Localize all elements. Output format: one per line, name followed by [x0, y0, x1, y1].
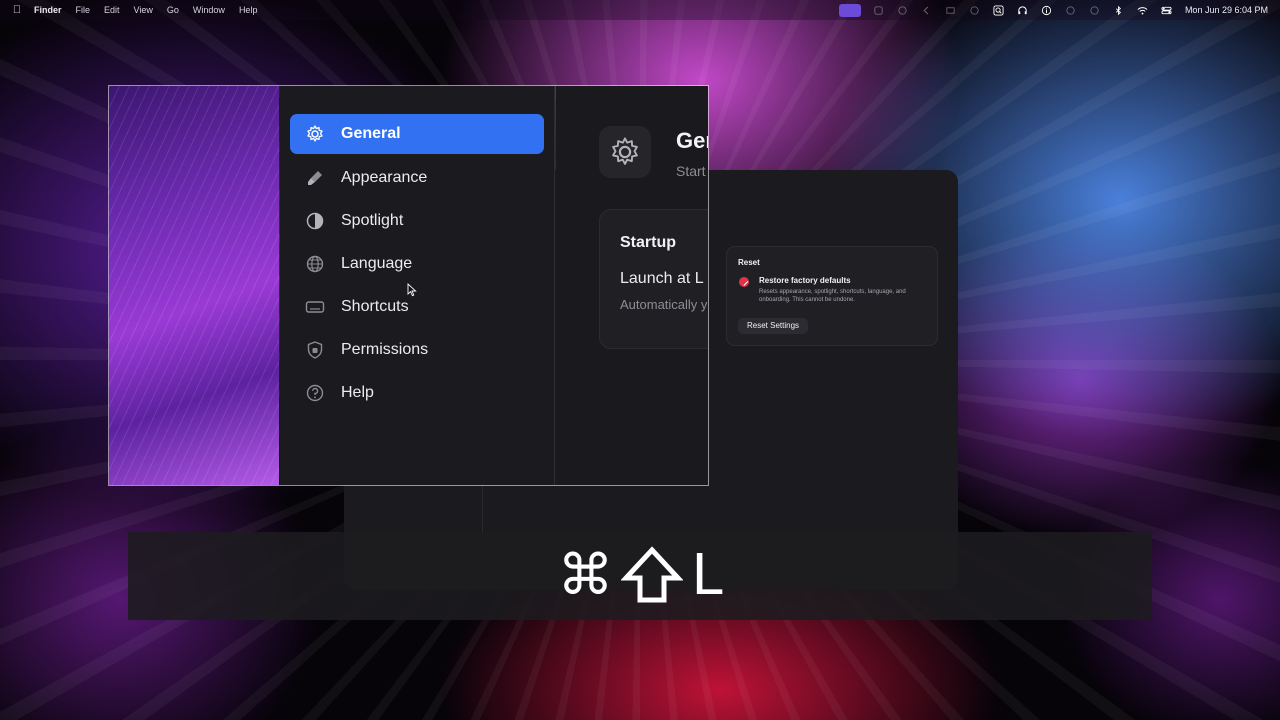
- shield-icon: [305, 340, 325, 360]
- startup-heading: Startup: [620, 234, 676, 251]
- page-title: Ger: [676, 128, 708, 153]
- command-key: ⌘: [557, 543, 614, 608]
- settings-main: Ger Start Startup Launch at L Automatica…: [556, 86, 708, 485]
- sidebar-item-help[interactable]: Help: [290, 373, 544, 413]
- apple-icon[interactable]: : [0, 4, 34, 16]
- launch-at-login-label: Launch at L: [620, 270, 704, 287]
- menu-app-name[interactable]: Finder: [34, 5, 62, 15]
- menu-window[interactable]: Window: [193, 5, 225, 15]
- sidebar-item-spotlight[interactable]: Spotlight: [290, 201, 544, 241]
- brush-icon: [305, 168, 325, 188]
- menu-extra-icon[interactable]: [873, 4, 885, 16]
- menu-extra-icon[interactable]: [969, 4, 981, 16]
- reset-card-heading: Reset: [738, 258, 760, 267]
- reset-card-description: Resets appearance, spotlight, shortcuts,…: [759, 289, 906, 303]
- sidebar-item-label: Shortcuts: [341, 298, 409, 315]
- sidebar-item-label: Spotlight: [341, 212, 404, 229]
- menu-view[interactable]: View: [134, 5, 153, 15]
- chevron-left-icon[interactable]: [921, 4, 933, 16]
- sidebar-item-shortcuts[interactable]: Shortcuts: [290, 287, 544, 327]
- zoomed-wallpaper: [109, 86, 279, 485]
- half-circle-icon: [305, 211, 325, 231]
- bluetooth-icon[interactable]: [1113, 4, 1125, 16]
- settings-sidebar: General Appearance Spotlight Language Sh: [280, 86, 555, 485]
- menu-extra-icon[interactable]: [897, 4, 909, 16]
- letter-key: L: [691, 543, 723, 608]
- shortcut-overlay: ⌘ L: [128, 532, 1152, 620]
- sidebar-item-label: Help: [341, 384, 374, 401]
- control-center-icon[interactable]: [1161, 4, 1173, 16]
- reset-card: Reset Restore factory defaults Resets ap…: [726, 246, 938, 346]
- menu-bar:  Finder File Edit View Go Window Help M…: [0, 0, 1280, 20]
- gear-icon: [305, 124, 325, 144]
- menu-extra-icon[interactable]: [1065, 4, 1077, 16]
- startup-card: Startup Launch at L Automatically you si…: [599, 209, 708, 349]
- gear-icon: [599, 126, 651, 178]
- menu-go[interactable]: Go: [167, 5, 179, 15]
- warning-icon: [739, 277, 749, 287]
- reset-card-title: Restore factory defaults: [759, 276, 851, 285]
- menu-edit[interactable]: Edit: [104, 5, 120, 15]
- menu-clock[interactable]: Mon Jun 29 6:04 PM: [1185, 5, 1268, 15]
- magnifier-icon[interactable]: [993, 4, 1005, 16]
- menu-file[interactable]: File: [76, 5, 91, 15]
- headphones-icon[interactable]: [1017, 4, 1029, 16]
- sidebar-item-label: Permissions: [341, 341, 429, 358]
- sidebar-item-permissions[interactable]: Permissions: [290, 330, 544, 370]
- sidebar-item-language[interactable]: Language: [290, 244, 544, 284]
- screen-record-icon[interactable]: [838, 3, 861, 17]
- sidebar-item-appearance[interactable]: Appearance: [290, 158, 544, 198]
- shortcut-keys: ⌘ L: [128, 532, 1152, 620]
- mouse-cursor-icon: [407, 283, 417, 297]
- menu-help[interactable]: Help: [239, 5, 258, 15]
- shift-key-icon: [621, 545, 684, 607]
- sidebar-item-label: General: [341, 125, 401, 142]
- page-subtitle: Start: [676, 163, 706, 179]
- launch-at-login-description: Automatically you sign in to: [620, 297, 708, 312]
- info-icon[interactable]: [1041, 4, 1053, 16]
- sidebar-item-label: Language: [341, 255, 413, 272]
- menu-extra-icon[interactable]: [945, 4, 957, 16]
- question-icon: [305, 383, 325, 403]
- sidebar-item-general[interactable]: General: [290, 114, 544, 154]
- menu-extra-icon[interactable]: [1089, 4, 1101, 16]
- wifi-icon[interactable]: [1137, 4, 1149, 16]
- sidebar-item-label: Appearance: [341, 169, 428, 186]
- globe-icon: [305, 254, 325, 274]
- keyboard-icon: [305, 297, 325, 317]
- reset-settings-button[interactable]: Reset Settings: [738, 318, 809, 334]
- status-area: Mon Jun 29 6:04 PM: [838, 0, 1268, 20]
